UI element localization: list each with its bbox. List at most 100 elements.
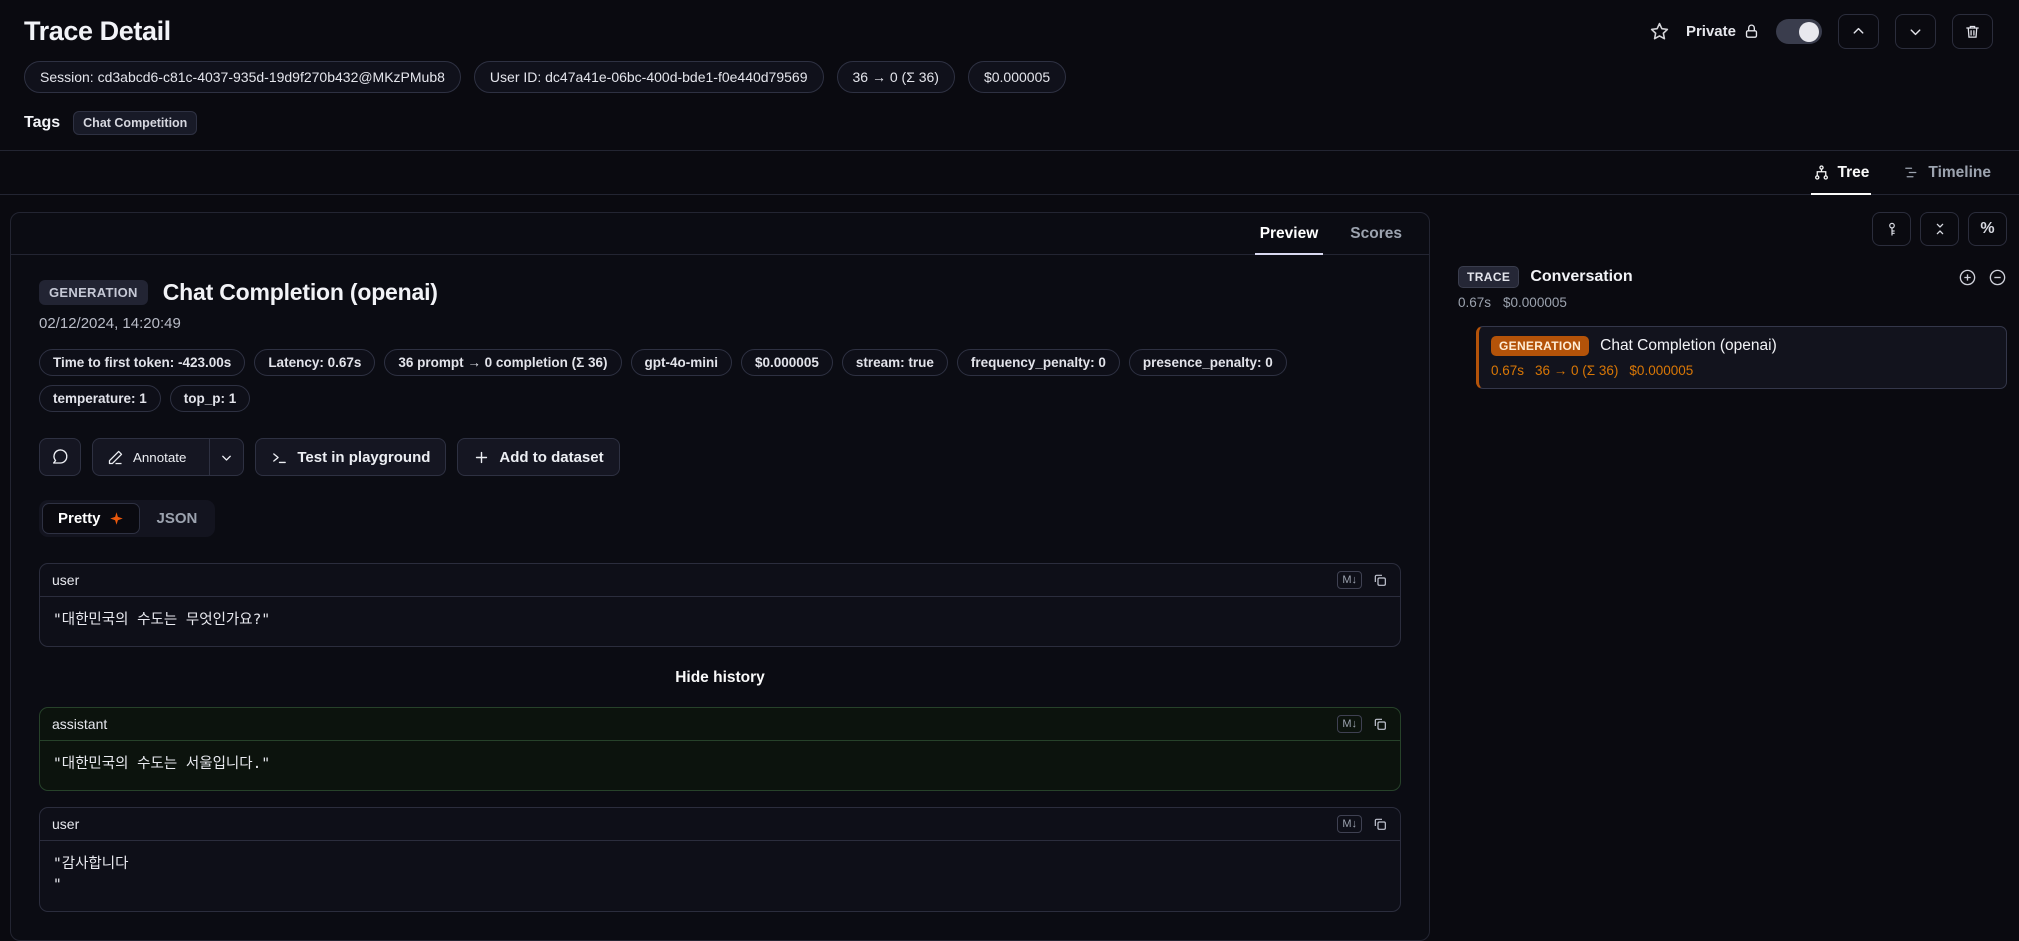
annotate-split-button: Annotate <box>92 438 245 476</box>
app-header: Trace Detail Private <box>0 0 2019 55</box>
tab-tree[interactable]: Tree <box>1810 151 1872 195</box>
format-tab-pretty[interactable]: Pretty <box>42 503 140 534</box>
message-tools: M↓ <box>1337 571 1388 589</box>
playground-button[interactable]: Test in playground <box>255 438 447 476</box>
pill-presence-penalty: presence_penalty: 0 <box>1128 349 1287 376</box>
timeline-icon <box>1903 164 1920 181</box>
generation-node-name: Chat Completion (openai) <box>1600 337 1777 354</box>
copy-icon <box>1372 716 1388 732</box>
copy-icon <box>1372 816 1388 832</box>
chevron-up-icon <box>1850 23 1867 40</box>
comment-button[interactable] <box>39 438 81 476</box>
annotate-button[interactable]: Annotate <box>93 439 200 475</box>
pill-stream: stream: true <box>841 349 948 376</box>
pill-temperature: temperature: 1 <box>39 385 161 412</box>
message-content: "대한민국의 수도는 서울입니다." <box>53 756 271 773</box>
annotate-dropdown-button[interactable] <box>209 439 243 475</box>
content-area: Preview Scores GENERATION Chat Completio… <box>0 195 2019 941</box>
node-stats: 0.67s 36 → 0 (Σ 36) $0.000005 <box>1491 363 1994 378</box>
node-tokens: 36 → 0 (Σ 36) <box>1535 363 1619 378</box>
tab-preview[interactable]: Preview <box>1247 213 1332 255</box>
trash-icon <box>1964 23 1981 40</box>
meta-badges-row: Session: cd3abcd6-c81c-4037-935d-19d9f27… <box>0 55 2019 93</box>
tags-row: Tags Chat Competition <box>0 93 2019 151</box>
tree-toolbar: % <box>1458 212 2007 246</box>
sparkle-icon <box>109 511 124 526</box>
message-content: "감사합니다 " <box>53 856 129 894</box>
plus-icon <box>473 449 490 466</box>
user-id-badge[interactable]: User ID: dc47a41e-06bc-400d-bde1-f0e440d… <box>473 61 824 93</box>
privacy-text: Private <box>1685 23 1736 40</box>
trace-cost: $0.000005 <box>1503 295 1567 310</box>
trace-name: Conversation <box>1530 268 1633 285</box>
tag-chat-competition[interactable]: Chat Competition <box>73 111 198 135</box>
tree-key-button[interactable] <box>1872 212 1911 246</box>
format-tab-json[interactable]: JSON <box>142 504 213 533</box>
tab-scores[interactable]: Scores <box>1337 213 1415 254</box>
add-to-dataset-label: Add to dataset <box>499 448 604 466</box>
privacy-toggle[interactable] <box>1776 19 1822 44</box>
trace-type-badge: TRACE <box>1458 266 1520 288</box>
add-to-dataset-button[interactable]: Add to dataset <box>457 438 620 476</box>
hide-history-link[interactable]: Hide history <box>39 669 1401 687</box>
tags-label: Tags <box>24 114 61 131</box>
generation-title: Chat Completion (openai) <box>162 279 438 305</box>
message-role: user <box>52 816 80 833</box>
copy-button[interactable] <box>1372 716 1388 732</box>
copy-button[interactable] <box>1372 816 1388 832</box>
expand-all-button[interactable] <box>1958 268 1977 287</box>
pill-latency: Latency: 0.67s <box>254 349 376 376</box>
message-tools: M↓ <box>1337 715 1388 734</box>
chevron-down-icon <box>219 450 234 465</box>
message-header: assistant M↓ <box>40 708 1400 742</box>
pill-cost: $0.000005 <box>741 349 833 376</box>
percent-icon: % <box>1980 220 1995 237</box>
tab-tree-label: Tree <box>1837 163 1870 181</box>
tree-node-generation[interactable]: GENERATION Chat Completion (openai) 0.67… <box>1476 326 2007 389</box>
message-header: user M↓ <box>40 808 1400 842</box>
pill-token-usage: 36 prompt → 0 completion (Σ 36) <box>384 349 622 376</box>
generation-type-badge: GENERATION <box>39 280 148 305</box>
generation-timestamp: 02/12/2024, 14:20:49 <box>39 315 181 332</box>
generation-header: GENERATION Chat Completion (openai) <box>39 279 1401 306</box>
nav-down-button[interactable] <box>1895 14 1936 49</box>
message-role: assistant <box>52 716 108 733</box>
delete-trace-button[interactable] <box>1952 14 1993 49</box>
format-tabs: Pretty JSON <box>39 500 216 537</box>
star-icon <box>1649 21 1670 42</box>
message-assistant: assistant M↓ "대한민국의 수도는 서울입니다." <box>39 707 1401 792</box>
node-latency: 0.67s <box>1491 363 1525 378</box>
tab-timeline-label: Timeline <box>1928 163 1991 181</box>
observation-body: GENERATION Chat Completion (openai) 02/1… <box>11 255 1429 940</box>
tree-metrics-button[interactable]: % <box>1968 212 2007 246</box>
tree-icon <box>1813 164 1830 181</box>
key-icon <box>1884 221 1900 237</box>
pretty-label: Pretty <box>58 510 101 527</box>
markdown-toggle-button[interactable]: M↓ <box>1337 715 1362 734</box>
session-badge[interactable]: Session: cd3abcd6-c81c-4037-935d-19d9f27… <box>24 61 461 93</box>
tab-timeline[interactable]: Timeline <box>1901 151 1993 194</box>
messages-list: user M↓ "대한민국의 수도는 무엇인가요?" Hide history … <box>39 563 1401 913</box>
lock-icon <box>1743 23 1760 40</box>
pill-frequency-penalty: frequency_penalty: 0 <box>956 349 1120 376</box>
tree-collapse-button[interactable] <box>1920 212 1959 246</box>
toggle-knob <box>1799 21 1819 42</box>
observation-card: Preview Scores GENERATION Chat Completio… <box>10 212 1430 941</box>
pen-icon <box>107 449 124 466</box>
message-content: "대한민국의 수도는 무엇인가요?" <box>53 612 271 628</box>
view-tabs: Tree Timeline <box>0 151 2019 195</box>
pill-top-p: top_p: 1 <box>169 385 251 412</box>
markdown-toggle-button[interactable]: M↓ <box>1337 571 1362 589</box>
markdown-toggle-button[interactable]: M↓ <box>1337 815 1362 834</box>
copy-button[interactable] <box>1372 572 1388 588</box>
page-title: Trace Detail <box>24 16 171 46</box>
generation-node-badge: GENERATION <box>1491 336 1590 356</box>
privacy-label: Private <box>1686 23 1760 40</box>
playground-label: Test in playground <box>297 448 431 466</box>
parameter-pills: Time to first token: -423.00s Latency: 0… <box>39 349 1319 412</box>
nav-up-button[interactable] <box>1838 14 1879 49</box>
trace-root-row[interactable]: TRACE Conversation <box>1458 266 2007 288</box>
collapse-all-button[interactable] <box>1988 268 2007 287</box>
favorite-button[interactable] <box>1649 21 1670 42</box>
token-usage-badge: 36 → 0 (Σ 36) <box>836 61 955 93</box>
